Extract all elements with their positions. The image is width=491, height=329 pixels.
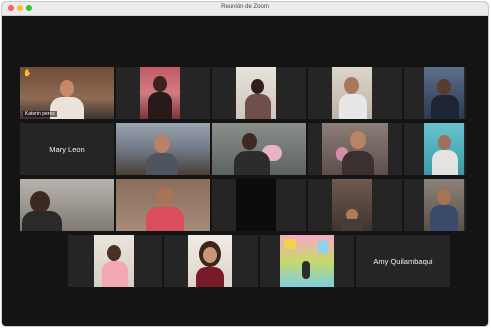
video-feed <box>140 67 180 119</box>
video-feed <box>424 123 464 175</box>
window-title: Reunión de Zoom <box>221 4 269 10</box>
video-feed <box>116 179 210 231</box>
video-tile[interactable] <box>164 235 258 287</box>
video-feed <box>332 179 372 231</box>
video-tile[interactable] <box>404 67 466 119</box>
video-feed <box>20 179 114 231</box>
video-tile[interactable] <box>116 67 210 119</box>
video-tile[interactable] <box>308 179 402 231</box>
video-tile[interactable] <box>116 123 210 175</box>
video-feed <box>94 235 134 287</box>
video-feed <box>424 179 464 231</box>
video-feed <box>116 123 210 175</box>
video-feed <box>332 67 372 119</box>
video-feed <box>188 235 232 287</box>
video-feed <box>424 67 464 119</box>
video-tile[interactable] <box>404 179 466 231</box>
video-tile[interactable] <box>212 179 306 231</box>
participant-name: Amy Quilambaqui <box>373 256 433 266</box>
video-feed <box>212 123 306 175</box>
video-tile[interactable] <box>308 67 402 119</box>
video-tile[interactable] <box>68 235 162 287</box>
video-feed <box>236 179 276 231</box>
video-tile[interactable] <box>260 235 354 287</box>
video-feed <box>322 123 388 175</box>
zoom-window: Reunión de Zoom ✋ Katerin perez Mary Leo… <box>1 1 489 327</box>
participant-name-label: Katerin perez <box>23 111 57 117</box>
video-tile[interactable] <box>308 123 402 175</box>
video-tile[interactable] <box>212 67 306 119</box>
video-tile[interactable] <box>20 179 114 231</box>
video-feed <box>236 67 276 119</box>
video-tile-katerin[interactable]: ✋ Katerin perez <box>20 67 114 119</box>
gallery-view: ✋ Katerin perez Mary Leon Amy Quilambaqu… <box>2 16 488 326</box>
video-tile[interactable] <box>212 123 306 175</box>
video-tile[interactable] <box>116 179 210 231</box>
video-feed <box>280 235 334 287</box>
name-only-tile-amy[interactable]: Amy Quilambaqui <box>356 235 450 287</box>
title-bar: Reunión de Zoom <box>2 2 488 16</box>
raised-hand-icon: ✋ <box>23 70 32 77</box>
video-tile[interactable] <box>404 123 466 175</box>
name-only-tile-mary[interactable]: Mary Leon <box>20 123 114 175</box>
participant-name: Mary Leon <box>49 144 85 154</box>
